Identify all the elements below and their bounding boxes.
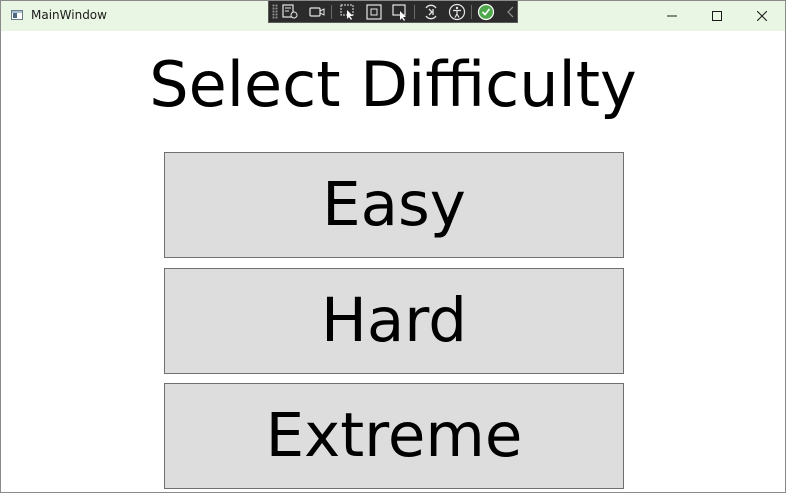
accessibility-icon[interactable] <box>448 3 466 21</box>
app-window-icon <box>11 10 23 20</box>
hot-reload-icon[interactable] <box>422 3 440 21</box>
page-title: Select Difficulty <box>149 48 637 121</box>
toolbar-separator <box>331 5 332 19</box>
maximize-button[interactable] <box>694 1 740 31</box>
close-icon <box>757 11 767 21</box>
toolbar-separator <box>471 5 472 19</box>
collapse-chevron-icon[interactable] <box>502 3 520 21</box>
main-window: MainWindow Select Difficulty Easy Hard E… <box>0 0 786 493</box>
toolbar-separator <box>414 5 415 19</box>
display-layout-adorners-icon[interactable] <box>365 3 383 21</box>
close-button[interactable] <box>739 1 785 31</box>
xaml-debug-toolbar <box>268 1 518 23</box>
title-bar[interactable]: MainWindow <box>1 1 785 31</box>
hard-button[interactable]: Hard <box>164 268 624 374</box>
window-title: MainWindow <box>31 8 107 22</box>
minimize-icon <box>667 15 677 17</box>
toolbar-grip-icon[interactable] <box>272 4 278 19</box>
track-focus-icon[interactable] <box>391 3 409 21</box>
binding-check-icon[interactable] <box>477 3 495 21</box>
record-icon[interactable] <box>308 3 326 21</box>
maximize-icon <box>712 11 722 21</box>
extreme-button[interactable]: Extreme <box>164 383 624 489</box>
select-element-icon[interactable] <box>339 3 357 21</box>
minimize-button[interactable] <box>649 1 695 31</box>
live-visual-tree-icon[interactable] <box>281 3 299 21</box>
easy-button[interactable]: Easy <box>164 152 624 258</box>
